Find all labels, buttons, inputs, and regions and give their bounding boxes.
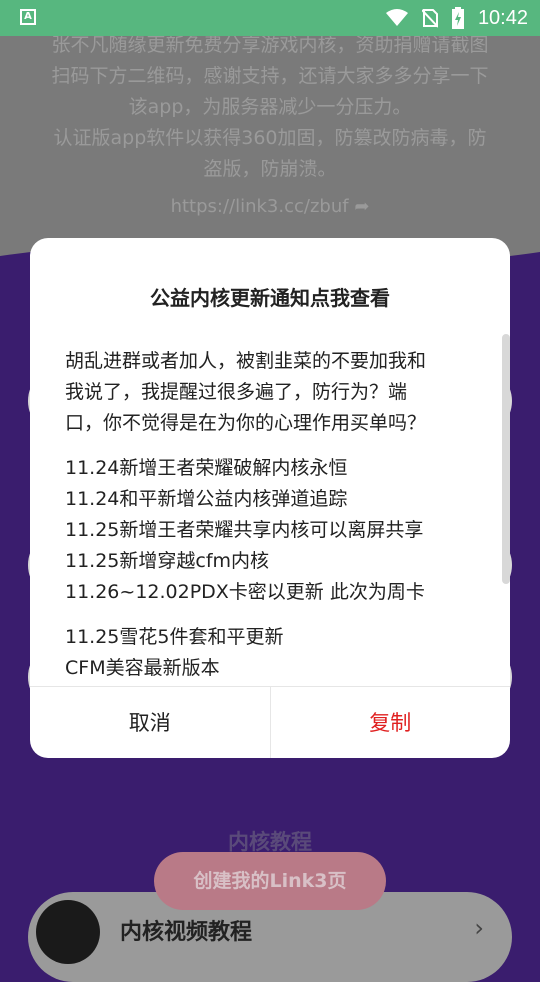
intro-line: 口，你不觉得是在为你的心理作用买单吗？ bbox=[65, 412, 427, 434]
wifi-icon bbox=[385, 9, 408, 26]
intro-line: 该app，为服务器减少一分压力。 bbox=[128, 96, 412, 118]
no-sim-icon bbox=[421, 9, 438, 28]
update-item: CFM美容最新版本 bbox=[65, 657, 220, 679]
link-url[interactable]: https://link3.cc/zbuf ➦ bbox=[0, 196, 540, 217]
system-icons: 10:42 bbox=[385, 0, 528, 36]
status-bar: A 10:42 bbox=[0, 0, 540, 36]
intro-line: 盗版，防崩溃。 bbox=[203, 158, 337, 180]
intro-line: 胡乱进群或者加人，被割韭菜的不要加我和 bbox=[65, 350, 427, 372]
create-link3-button[interactable]: 创建我的Link3页 bbox=[154, 852, 386, 910]
intro-line: 认证版app软件以获得360加固，防篡改防病毒，防 bbox=[53, 127, 487, 149]
update-item: 11.25雪花5件套和平更新 bbox=[65, 626, 284, 648]
intro-section: 张不凡随缘更新免费分享游戏内核，资助捐赠请截图 扫码下方二维码，感谢支持，还请大… bbox=[0, 34, 540, 266]
dialog-content[interactable]: 胡乱进群或者加人，被割韭菜的不要加我和 我说了，我提醒过很多遍了，防行为？端 口… bbox=[65, 346, 485, 686]
intro-line: 我说了，我提醒过很多遍了，防行为？端 bbox=[65, 381, 408, 403]
share-icon: ➦ bbox=[354, 196, 370, 217]
update-item: 11.26~12.02PDX卡密以更新 此次为周卡 bbox=[65, 581, 425, 603]
link-text: https://link3.cc/zbuf bbox=[170, 196, 349, 217]
dialog-button-bar: 取消 复制 bbox=[30, 686, 510, 758]
app-notification-icon: A bbox=[20, 9, 36, 25]
update-item: 11.25新增王者荣耀共享内核可以离屏共享 bbox=[65, 519, 424, 541]
update-item: 11.24新增王者荣耀破解内核永恒 bbox=[65, 457, 348, 479]
video-row-label: 内核视频教程 bbox=[120, 920, 253, 945]
cancel-button[interactable]: 取消 bbox=[30, 687, 271, 758]
drop-logo-icon bbox=[36, 900, 100, 964]
clock: 10:42 bbox=[477, 6, 528, 29]
battery-charging-icon bbox=[451, 7, 464, 29]
update-notice-dialog: 公益内核更新通知点我查看 胡乱进群或者加人，被割韭菜的不要加我和 我说了，我提醒… bbox=[30, 238, 510, 758]
dialog-scrollbar[interactable] bbox=[502, 334, 510, 584]
update-item: 11.25新增穿越cfm内核 bbox=[65, 550, 270, 572]
chevron-right-icon: › bbox=[474, 914, 484, 942]
intro-line: 扫码下方二维码，感谢支持，还请大家多多分享一下 bbox=[51, 65, 489, 87]
dialog-title: 公益内核更新通知点我查看 bbox=[150, 286, 390, 310]
copy-button[interactable]: 复制 bbox=[271, 687, 511, 758]
update-item: 11.24和平新增公益内核弹道追踪 bbox=[65, 488, 348, 510]
